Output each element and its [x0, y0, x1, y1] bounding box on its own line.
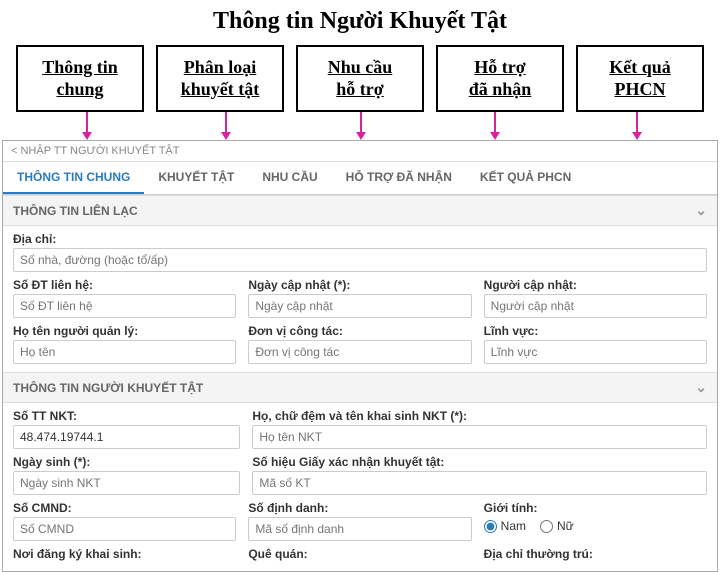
radio-nam-label[interactable]: Nam — [484, 519, 526, 533]
tab-nhu-cau[interactable]: NHU CẦU — [248, 162, 331, 194]
radio-nam[interactable] — [484, 520, 497, 533]
label-nguoi-cap: Người cập nhật: — [484, 278, 707, 292]
input-stt[interactable] — [13, 425, 240, 449]
input-nguoi-cap[interactable] — [484, 294, 707, 318]
box-nhu-cau: Nhu cầuhỗ trợ — [296, 45, 424, 112]
section-header-nkt[interactable]: THÔNG TIN NGƯỜI KHUYẾT TẬT ⌄ — [3, 372, 717, 403]
section-title: THÔNG TIN LIÊN LẠC — [13, 204, 138, 218]
label-que-quan: Quê quán: — [248, 547, 471, 561]
radio-nu[interactable] — [540, 520, 553, 533]
input-ngay-sinh[interactable] — [13, 471, 240, 495]
section-title: THÔNG TIN NGƯỜI KHUYẾT TẬT — [13, 381, 203, 395]
input-dia-chi[interactable] — [13, 248, 707, 272]
input-ngay-cap[interactable] — [248, 294, 471, 318]
label-linh-vuc: Lĩnh vực: — [484, 324, 707, 338]
box-phan-loai: Phân loạikhuyết tật — [156, 45, 284, 112]
label-dc-thuong-tru: Địa chỉ thường trú: — [484, 547, 707, 561]
box-ket-qua: Kết quảPHCN — [576, 45, 704, 112]
label-ngay-cap: Ngày cập nhật (*): — [248, 278, 471, 292]
label-gioi-tinh: Giới tính: — [484, 501, 707, 515]
input-don-vi[interactable] — [248, 340, 471, 364]
input-ho-ten-nkt[interactable] — [252, 425, 707, 449]
tab-thong-tin-chung[interactable]: THÔNG TIN CHUNG — [3, 162, 144, 194]
arrow-icon — [225, 112, 227, 138]
concept-boxes: Thông tinchung Phân loạikhuyết tật Nhu c… — [0, 41, 720, 112]
input-so-dinh-danh[interactable] — [248, 517, 471, 541]
label-cmnd: Số CMND: — [13, 501, 236, 515]
label-noi-dk: Nơi đăng ký khai sinh: — [13, 547, 236, 561]
arrows — [0, 112, 720, 140]
input-ho-ten-ql[interactable] — [13, 340, 236, 364]
chevron-down-icon: ⌄ — [695, 202, 707, 219]
label-sdt: Số ĐT liên hệ: — [13, 278, 236, 292]
box-ho-tro: Hỗ trợđã nhận — [436, 45, 564, 112]
arrow-icon — [86, 112, 88, 138]
label-ho-ten-nkt: Họ, chữ đệm và tên khai sinh NKT (*): — [252, 409, 707, 423]
input-cmnd[interactable] — [13, 517, 236, 541]
tabs: THÔNG TIN CHUNG KHUYẾT TẬT NHU CẦU HỖ TR… — [3, 162, 717, 195]
label-so-hieu: Số hiệu Giấy xác nhận khuyết tật: — [252, 455, 707, 469]
tab-khuyet-tat[interactable]: KHUYẾT TẬT — [144, 162, 248, 194]
box-thong-tin-chung: Thông tinchung — [16, 45, 144, 112]
arrow-icon — [360, 112, 362, 138]
label-ngay-sinh: Ngày sinh (*): — [13, 455, 240, 469]
arrow-icon — [494, 112, 496, 138]
page-title: Thông tin Người Khuyết Tật — [0, 0, 720, 41]
input-so-hieu[interactable] — [252, 471, 707, 495]
form-panel: < NHẬP TT NGƯỜI KHUYẾT TẬT THÔNG TIN CHU… — [2, 140, 718, 572]
input-sdt[interactable] — [13, 294, 236, 318]
input-linh-vuc[interactable] — [484, 340, 707, 364]
breadcrumb[interactable]: < NHẬP TT NGƯỜI KHUYẾT TẬT — [3, 141, 717, 162]
label-so-dinh-danh: Số định danh: — [248, 501, 471, 515]
label-stt: Số TT NKT: — [13, 409, 240, 423]
section-header-lien-lac[interactable]: THÔNG TIN LIÊN LẠC ⌄ — [3, 195, 717, 226]
label-ho-ten-ql: Họ tên người quản lý: — [13, 324, 236, 338]
tab-ket-qua-phcn[interactable]: KẾT QUẢ PHCN — [466, 162, 585, 194]
label-don-vi: Đơn vị công tác: — [248, 324, 471, 338]
label-dia-chi: Địa chỉ: — [13, 232, 707, 246]
chevron-down-icon: ⌄ — [695, 379, 707, 396]
tab-ho-tro-da-nhan[interactable]: HỖ TRỢ ĐÃ NHẬN — [332, 162, 466, 194]
radio-nu-label[interactable]: Nữ — [540, 519, 574, 533]
arrow-icon — [636, 112, 638, 138]
